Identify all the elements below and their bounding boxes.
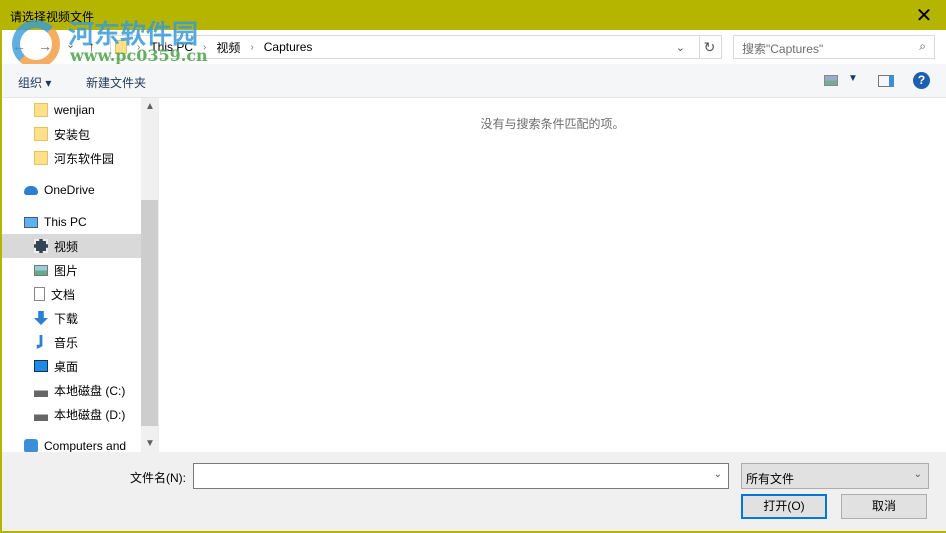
breadcrumb-videos[interactable]: 视频 — [216, 39, 240, 56]
desktop-icon — [34, 360, 48, 372]
nav-item-label: 本地磁盘 (D:) — [54, 407, 126, 422]
nav-item[interactable]: 图片 — [2, 258, 141, 282]
nav-item-label: 下载 — [54, 311, 79, 326]
scrollbar-thumb[interactable] — [141, 200, 158, 426]
filename-input[interactable]: ⌄ — [193, 463, 729, 489]
folder-icon — [34, 151, 48, 165]
breadcrumb-this-pc[interactable]: This PC — [150, 40, 193, 54]
close-button[interactable]: ✕ — [912, 3, 936, 28]
computer-icon — [24, 216, 38, 228]
recent-locations-button[interactable]: ⌄ — [66, 38, 75, 51]
nav-item[interactable]: 视频 — [2, 234, 141, 258]
bottom-panel: 文件名(N): ⌄ 所有文件 ⌄ 打开(O) 取消 — [2, 452, 946, 531]
nav-item-label: 音乐 — [54, 335, 79, 350]
chevron-right-icon: › — [250, 41, 254, 53]
view-dropdown-icon[interactable]: ▼ — [848, 73, 858, 84]
nav-item-label: 图片 — [54, 263, 79, 278]
nav-item-label: 桌面 — [54, 359, 79, 374]
open-button[interactable]: 打开(O) — [741, 494, 827, 519]
chevron-right-icon: › — [137, 41, 141, 53]
nav-scrollbar[interactable]: ▲ ▼ — [141, 98, 158, 452]
document-icon — [34, 287, 45, 301]
nav-item[interactable]: 本地磁盘 (C:) — [2, 378, 141, 402]
nav-item[interactable]: OneDrive — [2, 178, 141, 202]
nav-item-label: 本地磁盘 (C:) — [54, 383, 126, 398]
nav-item[interactable]: 河东软件园 — [2, 146, 141, 170]
nav-item-label: 视频 — [54, 239, 79, 254]
chevron-down-icon: ⌄ — [913, 469, 922, 480]
nav-item[interactable]: 下载 — [2, 306, 141, 330]
nav-item-label: Computers and — [44, 439, 127, 452]
filetype-value: 所有文件 — [746, 472, 795, 486]
refresh-button[interactable]: ↻ — [698, 35, 722, 59]
nav-item-label: 河东软件园 — [54, 151, 115, 166]
breadcrumb-captures[interactable]: Captures — [264, 40, 313, 54]
network-icon — [24, 439, 38, 452]
search-icon: ⌕ — [919, 39, 926, 53]
filename-label: 文件名(N): — [130, 471, 186, 485]
organize-button[interactable]: 组织 ▾ — [18, 74, 51, 91]
drive-icon — [34, 407, 48, 421]
toolbar: 组织 ▾ 新建文件夹 ▼ ? — [2, 64, 946, 98]
music-icon — [36, 335, 43, 349]
title-bar: 请选择视频文件 ✕ — [2, 0, 946, 30]
window-title: 请选择视频文件 — [10, 10, 95, 24]
nav-item-label: 文档 — [51, 287, 76, 302]
chevron-down-icon[interactable]: ⌄ — [676, 41, 685, 54]
search-placeholder: 搜索"Captures" — [742, 42, 824, 56]
scroll-up-icon[interactable]: ▲ — [145, 101, 155, 112]
picture-icon — [34, 264, 48, 276]
scroll-down-icon[interactable]: ▼ — [145, 438, 155, 449]
nav-item[interactable]: 安装包 — [2, 122, 141, 146]
folder-icon — [115, 40, 127, 54]
nav-item[interactable]: Computers and — [2, 434, 141, 452]
view-options-icon[interactable] — [824, 75, 838, 86]
nav-item-label: 安装包 — [54, 127, 91, 142]
nav-item[interactable]: This PC — [2, 210, 141, 234]
forward-button[interactable]: → — [38, 38, 52, 54]
breadcrumb[interactable]: › This PC › 视频 › Captures ⌄ — [110, 35, 700, 59]
chevron-right-icon: › — [203, 41, 207, 53]
cloud-icon — [24, 185, 38, 195]
preview-pane-icon[interactable] — [878, 75, 894, 87]
chevron-down-icon[interactable]: ⌄ — [714, 469, 722, 480]
drive-icon — [34, 383, 48, 397]
download-icon — [34, 311, 48, 325]
empty-message: 没有与搜索条件匹配的项。 — [480, 117, 625, 131]
folder-icon — [34, 127, 48, 141]
new-folder-button[interactable]: 新建文件夹 — [86, 74, 146, 91]
nav-item[interactable]: wenjian — [2, 98, 141, 122]
cancel-button[interactable]: 取消 — [841, 494, 927, 519]
file-open-dialog: 请选择视频文件 ✕ ← → ⌄ ↑ › This PC › 视频 › Captu… — [2, 0, 946, 531]
help-button[interactable]: ? — [913, 72, 930, 89]
up-button[interactable]: ↑ — [88, 38, 95, 54]
video-icon — [34, 239, 48, 253]
nav-item[interactable]: 本地磁盘 (D:) — [2, 402, 141, 426]
file-list[interactable]: 没有与搜索条件匹配的项。 — [158, 98, 946, 452]
folder-icon — [34, 103, 48, 117]
nav-item[interactable]: 音乐 — [2, 330, 141, 354]
nav-item[interactable]: 桌面 — [2, 354, 141, 378]
navigation-pane: Computers and 本地磁盘 (D:) 本地磁盘 (C:) 桌面 音乐 下载 文档 图… — [2, 98, 158, 452]
nav-item[interactable]: 文档 — [2, 282, 141, 306]
back-button[interactable]: ← — [12, 38, 26, 54]
filetype-select[interactable]: 所有文件 ⌄ — [741, 463, 929, 489]
address-row: ← → ⌄ ↑ › This PC › 视频 › Captures ⌄ ↻ 搜索… — [2, 30, 946, 64]
nav-item-label: This PC — [44, 215, 87, 229]
nav-item-label: wenjian — [54, 103, 95, 117]
search-input[interactable]: 搜索"Captures" ⌕ — [733, 35, 935, 59]
nav-item-label: OneDrive — [44, 183, 95, 197]
